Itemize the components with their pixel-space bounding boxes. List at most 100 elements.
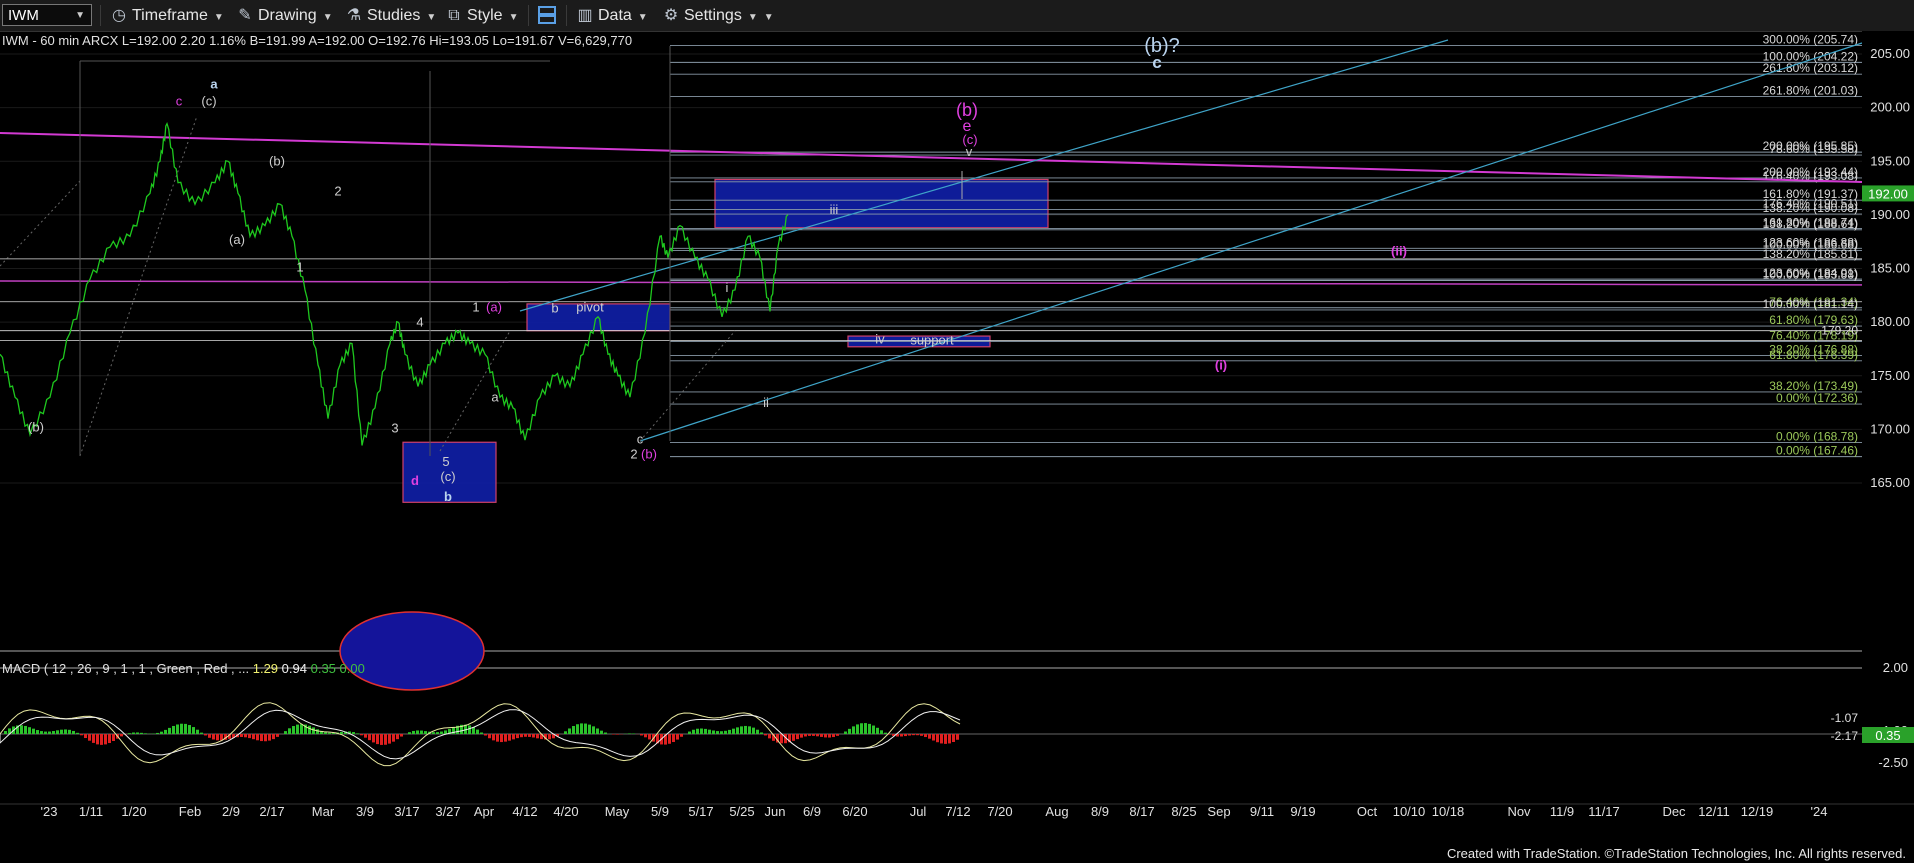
macd-histogram-bar (588, 724, 591, 734)
wave-label: (c) (201, 93, 216, 108)
wave-label: (a) (486, 299, 502, 314)
macd-histogram-bar (276, 734, 279, 737)
time-tick-label: 10/18 (1432, 804, 1465, 819)
time-tick-label: 4/20 (553, 804, 578, 819)
macd-histogram-bar (816, 734, 819, 737)
macd-histogram-bar (528, 734, 531, 737)
macd-histogram-bar (220, 734, 223, 741)
macd-histogram-bar (324, 732, 327, 734)
wave-label: (c) (440, 469, 455, 484)
macd-histogram-bar (736, 727, 739, 734)
wave-label: b (444, 489, 452, 504)
fib-level-label: 0.00% (168.78) (1776, 429, 1858, 443)
macd-histogram-bar (632, 733, 635, 734)
price-header: IWM - 60 min ARCX L=192.00 2.20 1.16% B=… (2, 33, 632, 48)
macd-histogram-bar (760, 732, 763, 734)
macd-histogram-bar (808, 734, 811, 736)
time-tick-label: 3/17 (394, 804, 419, 819)
studies-menu[interactable]: ⚗ Studies ▼ (345, 0, 436, 31)
drawing-label: Drawing (258, 7, 317, 24)
macd-histogram-bar (432, 732, 435, 734)
macd-tick-label: 2.00 (1883, 660, 1908, 675)
magenta-horizontal-line[interactable] (0, 280, 1914, 286)
macd-histogram-bar (180, 723, 183, 734)
timeframe-menu[interactable]: ◷ Timeframe ▼ (110, 0, 224, 31)
channel-upper-line[interactable] (519, 39, 1449, 312)
macd-histogram-bar (756, 729, 759, 734)
macd-histogram-bar (88, 734, 91, 741)
macd-histogram-bar (308, 725, 311, 734)
time-tick-label: 5/25 (729, 804, 754, 819)
wave-label: pivot (576, 299, 604, 314)
dotted-trendline[interactable] (639, 330, 736, 442)
zone-box[interactable] (714, 178, 1049, 229)
price-change-pct: 1.16% (209, 33, 246, 48)
studies-label: Studies (367, 7, 421, 24)
ask-price: A=192.00 (308, 33, 365, 48)
dotted-trendline[interactable] (0, 180, 81, 267)
price-tick-label: 185.00 (1870, 261, 1910, 276)
price-tick-label: 190.00 (1870, 207, 1910, 222)
macd-histogram-bar (296, 724, 299, 734)
style-icon: ⧉ (448, 7, 460, 24)
macd-histogram-bar (640, 734, 643, 736)
macd-histogram-bar (604, 732, 607, 734)
macd-highlight-ellipse (339, 611, 485, 691)
time-tick-label: Mar (312, 804, 335, 819)
macd-histogram-bar (724, 730, 727, 734)
chart-area[interactable]: 300.00% (205.74)100.00% (204.22)261.80% … (0, 31, 1914, 845)
settings-menu[interactable]: ⚙ Settings ▼ ▼ (662, 0, 774, 31)
macd-histogram-bar (592, 726, 595, 734)
macd-histogram-bar (904, 734, 907, 737)
price-tick-label: 165.00 (1870, 475, 1910, 490)
layout-icon[interactable] (537, 5, 557, 25)
macd-histogram-bar (880, 730, 883, 734)
chevron-down-icon: ▼ (637, 12, 648, 23)
macd-histogram-bar (260, 734, 263, 742)
macd-histogram-bar (504, 734, 507, 742)
channel-lower-line[interactable] (639, 42, 1863, 442)
time-tick-label: Jun (765, 804, 786, 819)
macd-histogram-bar (72, 730, 75, 734)
time-tick-label: 5/17 (688, 804, 713, 819)
macd-histogram-bar (92, 734, 95, 743)
drawing-menu[interactable]: ✎ Drawing ▼ (236, 0, 332, 31)
macd-histogram-bar (712, 730, 715, 734)
wave-label: 3 (391, 421, 398, 436)
macd-histogram-bar (944, 734, 947, 744)
wave-label: (b) (956, 100, 978, 120)
data-menu[interactable]: ▥ Data ▼ (576, 0, 648, 31)
dotted-trendline[interactable] (79, 115, 198, 457)
wave-label: c (637, 431, 644, 446)
wave-label: 2 (334, 184, 341, 199)
macd-histogram-bar (668, 734, 671, 744)
macd-panel: 2.00-1.00-2.500.35-1.07-2.17 (0, 611, 1914, 770)
wave-label: iii (830, 202, 839, 217)
symbol-desc: IWM - 60 min ARCX (2, 33, 119, 48)
time-tick-label: Feb (179, 804, 201, 819)
macd-histogram-bar (708, 729, 711, 734)
macd-histogram-bar (256, 734, 259, 741)
chevron-down-icon[interactable]: ▼ (75, 5, 85, 27)
macd-label: MACD ( 12 , 26 , 9 , 1 , 1 , Green , Red… (2, 661, 250, 676)
style-menu[interactable]: ⧉ Style ▼ (445, 0, 518, 31)
macd-histogram-bar (100, 734, 103, 745)
symbol-input[interactable]: IWM ▼ (2, 4, 92, 26)
wave-labels: ac (c)(b)(a)21(b)435(c)bd1 (a)ab pivotc2 (b)… (28, 35, 1407, 504)
wave-label: a (491, 389, 499, 404)
time-tick-label: 8/9 (1091, 804, 1109, 819)
time-tick-label: Oct (1357, 804, 1378, 819)
price-tick-label: 170.00 (1870, 421, 1910, 436)
time-tick-label: May (605, 804, 630, 819)
macd-histogram-bar (584, 723, 587, 734)
time-tick-label: Dec (1662, 804, 1686, 819)
time-tick-label: 8/17 (1129, 804, 1154, 819)
macd-histogram-bar (828, 734, 831, 738)
macd-histogram-bar (40, 731, 43, 734)
fib-level-label: 261.80% (203.12) (1763, 61, 1858, 75)
wave-label: (a) (229, 232, 245, 247)
wave-label: (b) (641, 446, 657, 461)
macd-tick-label: -2.50 (1878, 755, 1908, 770)
macd-histogram-bar (884, 732, 887, 734)
time-tick-label: 11/17 (1588, 804, 1620, 819)
